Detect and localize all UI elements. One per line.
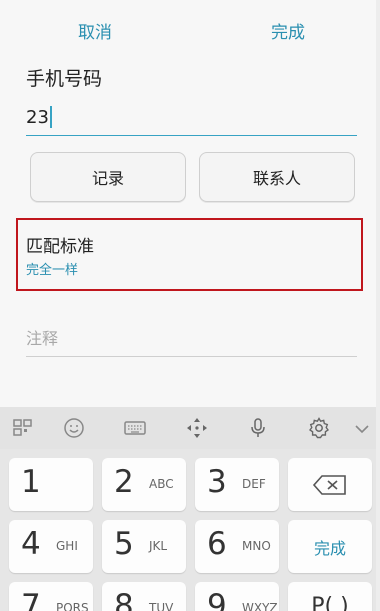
numeric-keyboard: 1 2 ABC 3 DEF 4 GHI 5 JKL 6 MNO 完成 7 PQR… (0, 407, 380, 611)
mic-icon[interactable] (246, 416, 270, 440)
cancel-button[interactable]: 取消 (78, 18, 112, 43)
key-6-number: 6 (207, 526, 227, 562)
screen-edge (376, 0, 380, 611)
key-3-letters: DEF (242, 477, 266, 491)
key-5-letters: JKL (149, 539, 168, 553)
record-button-label: 记录 (91, 169, 124, 188)
key-2-number: 2 (114, 464, 134, 500)
paren-key-label: P( ) (311, 594, 349, 611)
phone-number-label: 手机号码 (26, 68, 103, 90)
key-4[interactable]: 4 GHI (9, 520, 93, 573)
key-8[interactable]: 8 TUV (102, 582, 186, 611)
key-9-number: 9 (207, 588, 227, 611)
record-button[interactable]: 记录 (30, 152, 186, 202)
apps-grid-icon[interactable] (11, 416, 35, 440)
key-8-letters: TUV (149, 601, 174, 611)
gear-icon[interactable] (307, 416, 331, 440)
key-6-letters: MNO (242, 539, 271, 553)
key-4-number: 4 (21, 526, 41, 562)
key-1[interactable]: 1 (9, 458, 93, 511)
backspace-key[interactable] (288, 458, 372, 511)
match-criteria-value: 完全一样 (26, 263, 79, 278)
key-1-number: 1 (21, 464, 41, 500)
key-5[interactable]: 5 JKL (102, 520, 186, 573)
keyboard-icon[interactable] (123, 416, 147, 440)
done-button[interactable]: 完成 (271, 18, 305, 43)
keyboard-toolbar (0, 407, 380, 449)
key-6[interactable]: 6 MNO (195, 520, 279, 573)
key-7-number: 7 (21, 588, 41, 611)
key-9[interactable]: 9 WXYZ (195, 582, 279, 611)
emoji-icon[interactable] (62, 416, 86, 440)
phone-number-value: 23 (26, 107, 49, 128)
backspace-icon (312, 474, 346, 495)
top-bar: 取消 完成 (0, 0, 380, 56)
key-2-letters: ABC (149, 477, 174, 491)
note-input[interactable]: 注释 (26, 325, 357, 357)
key-7[interactable]: 7 PQRS (9, 582, 93, 611)
key-9-letters: WXYZ (242, 601, 278, 611)
phone-number-input[interactable]: 23 (26, 100, 357, 136)
paren-key[interactable]: P( ) (288, 582, 372, 611)
key-3[interactable]: 3 DEF (195, 458, 279, 511)
contacts-button-label: 联系人 (252, 169, 301, 188)
match-criteria-title: 匹配标准 (26, 237, 94, 257)
move-arrows-icon[interactable] (185, 416, 209, 440)
contacts-button[interactable]: 联系人 (199, 152, 355, 202)
text-caret (49, 106, 52, 128)
key-3-number: 3 (207, 464, 227, 500)
key-2[interactable]: 2 ABC (102, 458, 186, 511)
keyboard-done-key[interactable]: 完成 (288, 520, 372, 573)
keyboard-done-label: 完成 (313, 538, 346, 558)
key-7-letters: PQRS (56, 601, 89, 611)
chevron-down-icon[interactable] (350, 416, 374, 440)
key-8-number: 8 (114, 588, 134, 611)
key-4-letters: GHI (56, 539, 78, 553)
key-5-number: 5 (114, 526, 134, 562)
match-criteria-item[interactable]: 匹配标准 完全一样 (16, 218, 363, 291)
note-placeholder: 注释 (26, 329, 59, 348)
